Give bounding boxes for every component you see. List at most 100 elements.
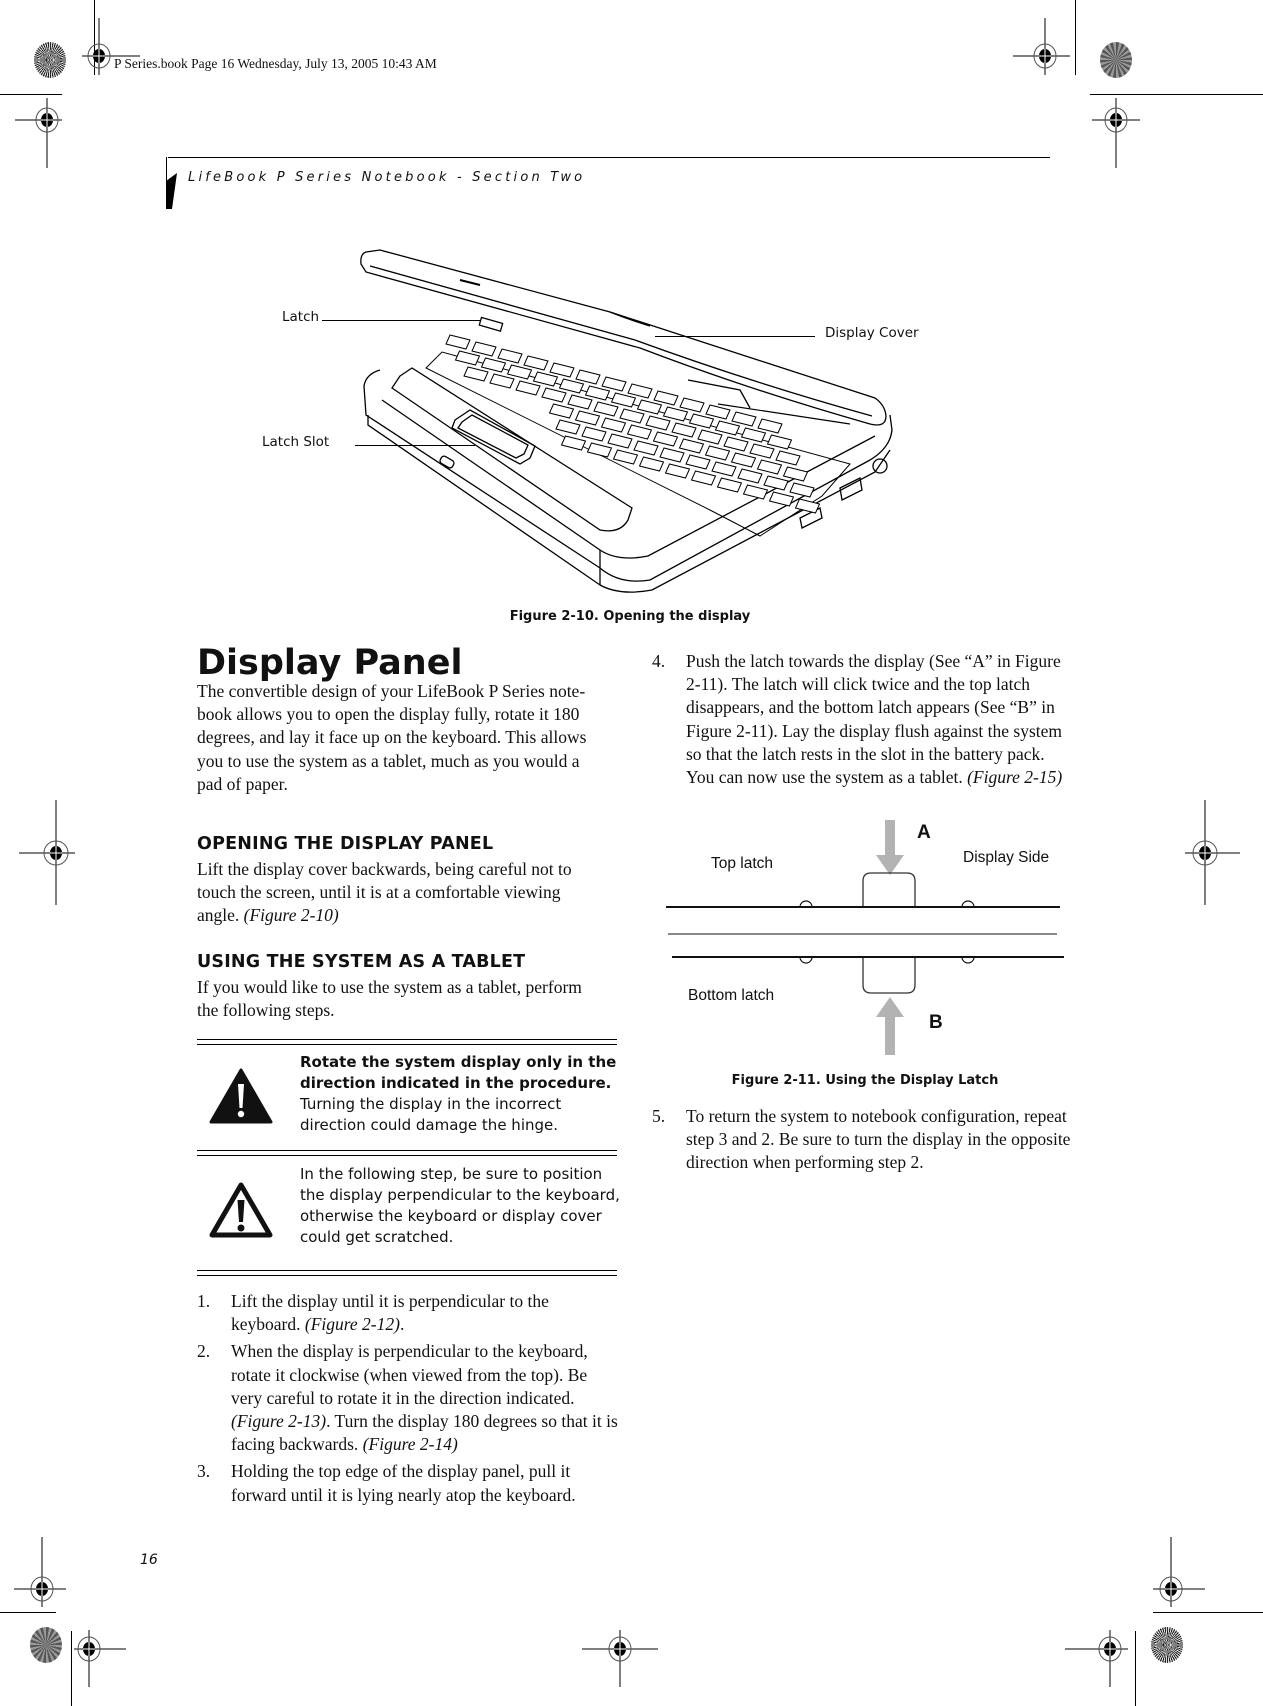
keyboard-key	[497, 348, 523, 364]
list-number: 2.	[197, 1341, 211, 1362]
keyboard-key	[662, 406, 689, 422]
crop-line	[1153, 1612, 1263, 1613]
keyboard-key	[685, 454, 711, 470]
figure-reference[interactable]: (Figure 2-12)	[305, 1314, 400, 1334]
arrow-b-shaft	[885, 1015, 895, 1055]
note-bold-line: Rotate the system display only in the	[300, 1053, 617, 1071]
label-a: A	[917, 822, 931, 843]
keyboard-key	[740, 427, 767, 443]
callout-latch: Latch	[282, 309, 320, 325]
figure-reference[interactable]: (Figure 2-10)	[244, 905, 339, 925]
warning-note: In the following step, be sure to positi…	[197, 1160, 620, 1260]
text-line: Lift the display cover backwards, being …	[197, 859, 572, 879]
keyboard-key	[567, 394, 593, 410]
keyboard-key	[704, 445, 731, 461]
keyboard-keys	[445, 334, 820, 514]
keyboard-key	[445, 334, 471, 350]
keyboard-key	[601, 376, 627, 392]
keyboard-key	[742, 484, 769, 500]
registration-mark-icon	[1013, 18, 1070, 75]
keyboard-key	[610, 392, 637, 408]
crop-line	[1075, 0, 1076, 75]
registration-mark-icon	[1153, 1537, 1205, 1607]
header-tab-marker	[166, 157, 177, 209]
registration-mark-icon	[74, 1630, 126, 1687]
keyboard-key	[532, 371, 559, 387]
list-number: 5.	[652, 1106, 666, 1126]
list-item: 4. Push the latch towards the display (S…	[652, 650, 1076, 789]
keyboard-key	[766, 434, 793, 450]
keyboard-key	[756, 459, 783, 475]
registration-mark-icon	[1065, 1630, 1128, 1687]
text-line: pad of paper.	[197, 773, 288, 794]
registration-mark-icon	[14, 1537, 66, 1607]
keyboard-key	[523, 355, 549, 371]
intro-paragraph: The convertible design of your LifeBook …	[197, 680, 627, 796]
keyboard-key	[645, 415, 671, 431]
label-b: B	[929, 1012, 943, 1033]
note-line: could get scratched.	[300, 1228, 454, 1246]
step-text: To return the system to notebook configu…	[686, 1106, 1071, 1173]
keyboard-key	[714, 420, 741, 436]
keyboard-key	[763, 475, 789, 491]
figure-caption: Figure 2-11. Using the Display Latch	[731, 1073, 999, 1088]
keyboard-key	[664, 463, 691, 479]
keyboard-key	[548, 403, 575, 419]
keyboard-key	[653, 390, 679, 406]
list-number: 1.	[197, 1291, 211, 1311]
arrow-a-shaft	[885, 820, 895, 860]
text-line: degrees, and lay it face up on the keybo…	[197, 727, 587, 748]
subheading-opening: OPENING THE DISPLAY PANEL	[197, 834, 494, 854]
keyboard-key	[560, 435, 587, 451]
registration-mark-icon	[1185, 800, 1240, 905]
keyboard-key	[633, 440, 659, 456]
note-line: direction could damage the hinge.	[300, 1116, 559, 1134]
note-rule	[197, 1039, 617, 1045]
text-line: you to use the system as a tablet, much …	[197, 750, 580, 771]
list-item: 3. Holding the top edge of the display p…	[197, 1460, 621, 1506]
list-item: 5. To return the system to notebook conf…	[652, 1105, 1076, 1175]
step-text: .	[399, 1314, 405, 1335]
running-head: LifeBook P Series Notebook - Section Two	[188, 170, 586, 185]
crop-line	[1090, 94, 1263, 95]
label-display-side: Display Side	[963, 849, 1050, 866]
keyboard-key	[575, 369, 601, 385]
figure-reference[interactable]: (Figure 2-15)	[967, 767, 1062, 787]
tablet-paragraph: If you would like to use the system as a…	[197, 976, 627, 1022]
keyboard-key	[574, 410, 601, 426]
keyboard-key	[705, 404, 731, 420]
keyboard-key	[775, 450, 801, 466]
keyboard-key	[600, 417, 627, 433]
warning-icon	[209, 1182, 273, 1238]
text-line: touch the screen, until it is at a comfo…	[197, 882, 561, 903]
note-line: In the following step, be sure to positi…	[300, 1165, 603, 1183]
steps-list-right: 4. Push the latch towards the display (S…	[652, 650, 1076, 793]
callout-display-cover: Display Cover	[825, 325, 919, 341]
figure-reference[interactable]: (Figure 2-13)	[231, 1411, 326, 1431]
opening-paragraph: Lift the display cover backwards, being …	[197, 858, 627, 928]
registration-mark-icon	[19, 800, 75, 905]
keyboard-key	[506, 364, 533, 380]
keyboard-key	[558, 378, 585, 394]
list-item: 2. When the display is perpendicular to …	[197, 1340, 621, 1456]
keyboard-key	[607, 433, 633, 449]
keyboard-key	[678, 438, 705, 454]
keyboard-key	[690, 470, 717, 486]
figure-reference[interactable]: (Figure 2-14)	[363, 1434, 458, 1454]
keyboard-key	[581, 426, 607, 442]
text-line: angle. (Figure 2-10)	[197, 904, 627, 927]
keyboard-key	[768, 491, 795, 507]
keyboard-key	[679, 397, 705, 413]
callout-line	[322, 320, 480, 321]
note-rule	[197, 1270, 617, 1276]
subheading-tablet: USING THE SYSTEM AS A TABLET	[197, 952, 526, 972]
keyboard-key	[586, 442, 613, 458]
keyboard-key	[541, 387, 567, 403]
steps-list-right-2: 5. To return the system to notebook conf…	[652, 1105, 1076, 1179]
keyboard-key	[480, 357, 507, 373]
keyboard-key	[782, 466, 809, 482]
note-line: the display perpendicular to the keyboar…	[300, 1186, 620, 1204]
registration-mark-icon	[15, 98, 62, 168]
list-number: 3.	[197, 1461, 211, 1482]
caution-icon	[209, 1068, 273, 1124]
